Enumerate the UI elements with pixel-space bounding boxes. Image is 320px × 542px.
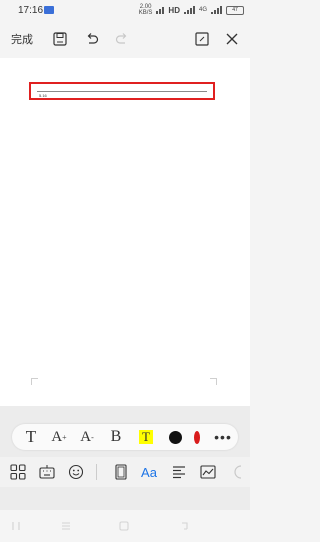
nav-back-button[interactable] xyxy=(8,518,24,534)
emoji-icon xyxy=(68,464,84,480)
status-indicators: 2.00 KB/S HD 4G 47 xyxy=(139,4,244,16)
highlight-icon: T xyxy=(139,430,153,444)
keyboard-button[interactable] xyxy=(36,461,58,483)
decrease-font-icon: A xyxy=(80,428,92,445)
redo-icon xyxy=(115,33,127,44)
increase-font-sign: + xyxy=(62,432,67,442)
text-style-button[interactable]: T xyxy=(20,427,42,447)
app-notification-icon xyxy=(44,6,54,14)
nav-home-icon xyxy=(119,521,129,531)
font-button[interactable]: Aa xyxy=(138,461,160,483)
document-canvas[interactable]: 5.16 xyxy=(0,58,250,406)
expand-button[interactable] xyxy=(190,26,214,52)
undo-icon xyxy=(87,33,99,44)
nav-recent-button[interactable] xyxy=(177,518,193,534)
hd-badge: HD xyxy=(168,5,180,15)
color-swatch-red xyxy=(194,430,200,444)
status-time: 17:16 xyxy=(18,5,44,16)
page-corner-marker xyxy=(31,378,38,385)
bold-button[interactable]: B xyxy=(105,427,127,447)
toolbar-divider xyxy=(96,464,97,480)
network-type: 4G xyxy=(198,7,207,13)
bottom-toolbar: Aa xyxy=(0,457,250,487)
emoji-button[interactable] xyxy=(65,461,87,483)
page-frame-icon xyxy=(115,464,127,480)
nav-menu-button[interactable] xyxy=(58,518,74,534)
more-tools-icon xyxy=(234,465,242,479)
complete-button[interactable]: 完成 xyxy=(8,26,36,52)
format-toolbar: T A + A- B T ••• xyxy=(12,424,238,450)
align-button[interactable] xyxy=(168,461,190,483)
image-button[interactable] xyxy=(197,461,219,483)
redo-button[interactable] xyxy=(110,26,134,52)
nav-back-icon xyxy=(12,522,20,530)
selected-text-line[interactable]: 5.16 xyxy=(29,82,215,100)
page-corner-marker xyxy=(210,378,217,385)
close-button[interactable] xyxy=(220,26,244,52)
wifi-signal-icon xyxy=(156,6,165,14)
top-toolbar: 完成 xyxy=(0,20,250,58)
undo-button[interactable] xyxy=(80,26,104,52)
bold-icon: B xyxy=(110,428,122,445)
close-icon xyxy=(226,33,238,45)
cell-signal-icon xyxy=(183,6,195,14)
increase-font-icon: A xyxy=(51,428,63,445)
apps-grid-icon xyxy=(10,464,26,480)
align-left-icon xyxy=(173,466,185,479)
more-button[interactable]: ••• xyxy=(212,427,234,447)
more-tools-button[interactable] xyxy=(228,461,250,483)
line-text: 5.16 xyxy=(39,93,47,98)
page-button[interactable] xyxy=(110,461,132,483)
text-style-icon: T xyxy=(25,427,37,446)
navigation-bar xyxy=(0,510,250,542)
image-chart-icon xyxy=(200,465,216,479)
network-speed-unit: KB/S xyxy=(138,10,153,16)
save-button[interactable] xyxy=(48,26,72,52)
color-swatch-black xyxy=(168,430,182,444)
text-underline xyxy=(37,91,207,92)
save-icon xyxy=(53,32,67,46)
highlight-button[interactable]: T xyxy=(135,427,157,447)
status-bar: 17:16 2.00 KB/S HD 4G 47 xyxy=(0,0,250,20)
network-speed: 2.00 KB/S xyxy=(139,4,153,16)
nav-home-button[interactable] xyxy=(116,518,132,534)
battery-level: 47 xyxy=(232,6,238,13)
increase-font-button[interactable]: A + xyxy=(48,427,70,447)
nav-recent-icon xyxy=(182,522,188,530)
text-color-red-button[interactable] xyxy=(186,427,200,447)
text-color-black-button[interactable] xyxy=(164,427,186,447)
apps-button[interactable] xyxy=(7,461,29,483)
expand-icon xyxy=(195,32,209,46)
keyboard-icon xyxy=(39,465,55,479)
decrease-font-button[interactable]: A- xyxy=(76,427,98,447)
battery-icon: 47 xyxy=(226,5,244,15)
cell-signal-2-icon xyxy=(211,6,222,14)
decrease-font-sign: - xyxy=(91,432,94,442)
nav-menu-icon xyxy=(62,522,70,530)
